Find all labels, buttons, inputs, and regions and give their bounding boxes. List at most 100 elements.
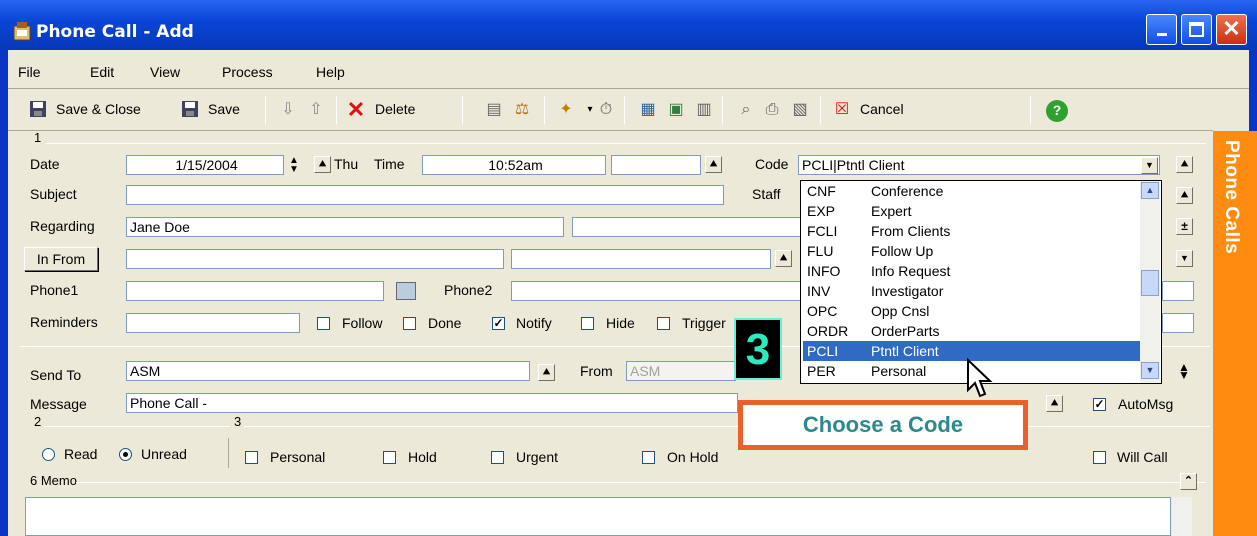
dropdown-item[interactable]: FCLI From Clients [803,221,1143,241]
in-from-extra-field[interactable] [511,249,771,269]
regarding-lookup-button[interactable]: ± [1176,218,1193,235]
toolbar-separator [722,96,723,124]
automsg-label: AutoMsg [1118,396,1174,412]
code-combobox[interactable]: PCLI|Ptntl Client [798,155,1160,175]
follow-checkbox[interactable] [317,317,330,330]
menu-help[interactable]: Help [316,64,345,80]
done-checkbox[interactable] [403,317,416,330]
reminders-field[interactable] [126,313,300,333]
save-icon [180,100,200,120]
regarding-field[interactable]: Jane Doe [126,217,564,237]
message-lookup-button[interactable]: ⯅ [1046,395,1063,412]
code-lookup-button[interactable]: ⯅ [1176,156,1193,173]
read-label: Read [64,446,98,462]
trigger-checkbox[interactable] [657,317,670,330]
time-extra-field[interactable] [611,155,701,175]
cancel-button[interactable]: Cancel [860,101,904,117]
save-close-icon [28,100,48,120]
arrow-up-icon[interactable]: ⇧ [306,100,326,120]
dropdown-item[interactable]: FLU Follow Up [803,241,1143,261]
regarding-extra-field[interactable] [572,217,802,237]
hold-label: Hold [408,449,437,465]
in-from-field[interactable] [126,249,504,269]
time-label: Time [374,156,405,172]
scales-icon[interactable]: ⚖ [512,100,532,120]
phone2-field[interactable] [511,281,801,301]
dropdown-item[interactable]: ORDR OrderParts [803,321,1143,341]
maximize-icon [1189,22,1204,37]
dropdown-item[interactable]: OPC Opp Cnsl [803,301,1143,321]
personal-checkbox[interactable] [245,451,258,464]
menu-view[interactable]: View [150,64,180,80]
section-divider [44,426,230,427]
help-icon[interactable]: ? [1046,100,1068,122]
subject-field[interactable] [126,185,724,205]
in-from-lookup-button[interactable]: ⯅ [775,250,792,267]
in-from-button[interactable]: In From [24,247,98,271]
menu-edit[interactable]: Edit [90,64,114,80]
time-lookup-button[interactable]: ⯅ [705,156,722,173]
memo-scrollbar[interactable] [1172,497,1192,536]
in-from-dropdown-button[interactable]: ▼ [1176,250,1193,267]
automsg-checkbox[interactable]: ✓ [1093,398,1106,411]
toolbar-separator [820,96,821,124]
notify-checkbox[interactable]: ✓ [492,317,505,330]
hide-checkbox[interactable] [581,317,594,330]
new-item-icon[interactable]: ✦ [556,100,576,120]
read-radio[interactable] [42,448,55,461]
send-to-field[interactable]: ASM [126,361,530,381]
memo-collapse-button[interactable]: ⌃ [1180,473,1197,490]
on-hold-checkbox[interactable] [642,451,655,464]
find-icon[interactable]: ⌕ [736,100,756,120]
dropdown-item[interactable]: INV Investigator [803,281,1143,301]
done-label: Done [428,315,462,331]
staff-lookup-button[interactable]: ⯅ [1176,187,1193,204]
time-field[interactable]: 10:52am [422,155,606,175]
dropdown-item[interactable]: INFO Info Request [803,261,1143,281]
sidebar-label: Phone Calls [1221,140,1242,255]
scroll-up-arrow-icon[interactable]: ▲ [1141,182,1159,199]
code-dropdown-list[interactable]: CNF Conference EXP Expert FCLI From Clients… [800,180,1162,384]
dropdown-item[interactable]: EXP Expert [803,201,1143,221]
close-button[interactable]: ✕ [1216,14,1247,45]
urgent-checkbox[interactable] [491,451,504,464]
scroll-thumb[interactable] [1141,270,1159,296]
from-field[interactable]: ASM [626,361,736,381]
calendar-icon[interactable]: ▣ [666,100,686,120]
menu-file[interactable]: File [18,64,41,80]
phone-dial-icon[interactable] [396,282,416,300]
menu-process[interactable]: Process [222,64,273,80]
scroll-down-arrow-icon[interactable]: ▼ [1141,362,1159,379]
date-lookup-button[interactable]: ⯅ [314,156,331,173]
send-to-lookup-button[interactable]: ⯅ [538,364,555,381]
arrow-down-icon[interactable]: ⇩ [278,100,298,120]
phone-extra-field[interactable] [1162,281,1194,301]
save-close-button[interactable]: Save & Close [56,101,141,117]
toolbar-separator [544,96,545,124]
will-call-checkbox[interactable] [1093,451,1106,464]
copy-document-icon[interactable]: ▦ [638,100,658,120]
maximize-button[interactable] [1181,14,1212,45]
print-form-icon[interactable]: ▤ [484,100,504,120]
reminders-extra-field[interactable] [1162,313,1194,333]
date-spinner[interactable]: ▲ ▼ [285,156,303,175]
message-spinner[interactable]: ▲ ▼ [1178,361,1190,381]
code-dropdown-button[interactable]: ▼ [1141,157,1158,174]
minimize-button[interactable] [1146,14,1177,45]
delete-button[interactable]: Delete [375,101,415,117]
printer-icon[interactable]: ⎙ [762,100,782,120]
hold-checkbox[interactable] [383,451,396,464]
properties-icon[interactable]: ▧ [790,100,810,120]
stopwatch-icon[interactable]: ⏱ [596,100,616,120]
notebook-icon[interactable]: ▥ [694,100,714,120]
save-button[interactable]: Save [208,101,240,117]
unread-radio[interactable] [119,448,132,461]
urgent-label: Urgent [516,449,559,465]
phone1-field[interactable] [126,281,384,301]
dropdown-item[interactable]: CNF Conference [803,181,1143,201]
date-field[interactable]: 1/15/2004 [126,155,284,175]
unread-label: Unread [141,446,187,462]
memo-textarea[interactable] [25,497,1171,536]
message-field[interactable]: Phone Call - [126,393,738,413]
from-label: From [580,363,613,379]
